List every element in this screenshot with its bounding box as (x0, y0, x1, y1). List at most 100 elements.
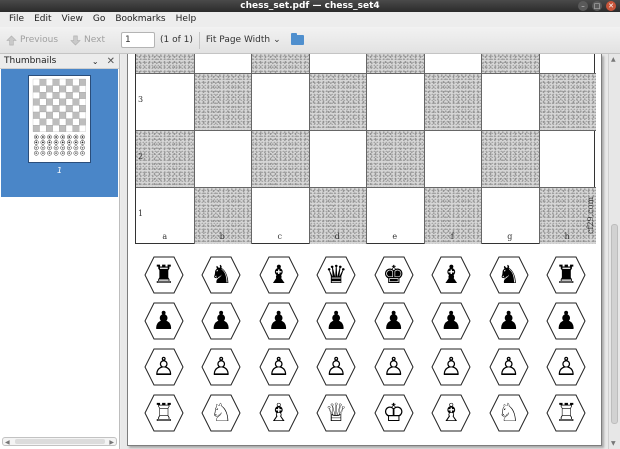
board-square (423, 73, 481, 130)
thumbnail-square (79, 98, 86, 106)
thumbnail-square (52, 111, 60, 119)
thumbnail-square (59, 105, 67, 113)
piece-tile: ♙ (201, 348, 241, 386)
chess-piece-icon: ♙ (267, 352, 290, 381)
board-square (308, 54, 367, 73)
sidebar-mode-label[interactable]: Thumbnails (4, 56, 92, 66)
page-number-input[interactable] (121, 32, 156, 48)
chess-piece-icon: ♟ (497, 306, 520, 335)
chess-piece-icon: ♝ (267, 260, 290, 289)
page-count: (1 of 1) (160, 35, 193, 45)
file-label: f (450, 232, 454, 241)
thumbnail-square (52, 125, 60, 132)
chess-piece-icon: ♝ (440, 260, 463, 289)
thumbnail-square (72, 105, 80, 113)
thumbnail-piece-glyph (68, 152, 71, 155)
menu-bookmarks[interactable]: Bookmarks (110, 12, 170, 27)
menu-help[interactable]: Help (171, 12, 202, 27)
thumbnail-square (39, 92, 47, 99)
sidebar-header: Thumbnails ⌄ ✕ (0, 54, 119, 69)
thumbnail-piece-glyph (81, 146, 84, 149)
thumbnail-piece-glyph (75, 152, 77, 155)
chess-piece-icon: ♙ (382, 352, 405, 381)
folder-icon[interactable] (290, 33, 304, 45)
arrow-down-icon (70, 35, 81, 45)
chess-piece-icon: ♕ (325, 398, 348, 427)
thumbnail-square (59, 111, 67, 119)
zoom-select[interactable]: Fit Page Width ⌄ (206, 35, 281, 45)
maximize-button[interactable]: □ (592, 1, 602, 11)
piece-grid: ♜ ♞ ♝ ♛ ♚ ♝ ♞ ♜ ♟ ♟ ♟ ♟ ♟ ♟ ♟ ♟ ♙ ♙ ♙ ♙ ♙ ♙ ♙ ♙ ♖ ♘ ♗ ♕ ♔ ♗ ♘ ♖ (135, 254, 595, 439)
vertical-scrollbar[interactable]: ▲ ▼ (608, 54, 620, 449)
piece-tile: ♛ (316, 256, 356, 294)
thumbnail-square (52, 78, 60, 86)
piece-tile: ♟ (201, 302, 241, 340)
thumbnail-square (46, 125, 53, 132)
chevron-down-icon[interactable]: ⌄ (92, 57, 99, 66)
chevron-down-icon: ⌄ (273, 35, 281, 45)
previous-page-button[interactable]: Previous (6, 35, 58, 46)
board-square (251, 73, 309, 130)
piece-tile: ♞ (489, 256, 529, 294)
piece-tile: ♟ (144, 302, 184, 340)
piece-tile: ♝ (431, 256, 471, 294)
thumbnail-piece-glyph (42, 152, 44, 155)
chess-piece-icon: ♖ (555, 398, 578, 427)
menu-file[interactable]: File (4, 12, 29, 27)
chess-piece-icon: ♖ (152, 398, 175, 427)
thumbnail-piece-glyph (81, 136, 84, 138)
scroll-down-icon[interactable]: ▼ (611, 440, 616, 447)
sidebar: Thumbnails ⌄ ✕ 1 ◀ ▶ (0, 54, 120, 449)
chess-piece-icon: ♚ (382, 260, 405, 289)
arrow-up-icon (6, 35, 17, 45)
scroll-right-icon[interactable]: ▶ (109, 439, 114, 446)
thumbnail-piece-glyph (55, 136, 57, 138)
board-square (366, 73, 424, 130)
piece-tile: ♙ (144, 348, 184, 386)
chess-piece-icon: ♞ (210, 260, 233, 289)
chess-board: 321abcdefgh (135, 54, 596, 244)
board-square (538, 73, 596, 130)
chess-piece-icon: ♙ (210, 352, 233, 381)
menu-go[interactable]: Go (88, 12, 110, 27)
menu-view[interactable]: View (57, 12, 88, 27)
thumbnail-item[interactable]: 1 (1, 69, 118, 197)
board-square (481, 130, 539, 187)
close-button[interactable]: ✕ (606, 1, 616, 11)
scrollbar-thumb[interactable] (15, 439, 105, 444)
thumbnail-square (59, 118, 67, 126)
menu-edit[interactable]: Edit (29, 12, 56, 27)
chess-piece-icon: ♟ (382, 306, 405, 335)
thumbnail-piece-glyph (68, 136, 71, 138)
thumbnail-piece-glyph (55, 146, 57, 149)
scrollbar-thumb[interactable] (611, 224, 618, 424)
chess-piece-icon: ♛ (325, 260, 348, 289)
thumbnail-piece-glyph (35, 152, 38, 155)
chess-piece-icon: ♗ (267, 398, 290, 427)
thumbnail-piece-glyph (42, 141, 44, 144)
thumbnail-piece-glyph (68, 146, 71, 149)
thumbnail-piece-glyph (35, 146, 38, 149)
piece-tile: ♙ (259, 348, 299, 386)
thumbnail-square (79, 78, 86, 86)
piece-tile: ♙ (546, 348, 586, 386)
minimize-button[interactable]: – (578, 1, 588, 11)
next-page-button[interactable]: Next (70, 35, 105, 46)
piece-tile: ♟ (259, 302, 299, 340)
thumbnail-square (65, 98, 73, 106)
horizontal-scrollbar[interactable]: ◀ ▶ (2, 437, 117, 446)
thumbnail-square (72, 111, 80, 119)
piece-tile: ♞ (201, 256, 241, 294)
thumbnail-square (72, 118, 80, 126)
thumbnail-piece-glyph (68, 141, 71, 144)
scroll-up-icon[interactable]: ▲ (611, 56, 616, 63)
thumbnail-square (65, 125, 73, 132)
toolbar: Previous Next (1 of 1) Fit Page Width ⌄ (0, 27, 620, 54)
thumbnail-square (59, 78, 67, 86)
document-view[interactable]: 321abcdefgh cf29.com ♜ ♞ ♝ ♛ ♚ ♝ ♞ ♜ ♟ ♟ ♟ ♟ ♟ ♟ ♟ ♟ ♙ ♙ ♙… (121, 54, 608, 449)
scroll-left-icon[interactable]: ◀ (5, 439, 10, 446)
thumbnail-square (52, 92, 60, 99)
zoom-label: Fit Page Width (205, 35, 271, 45)
board-square (366, 54, 424, 73)
close-icon[interactable]: ✕ (107, 56, 115, 67)
